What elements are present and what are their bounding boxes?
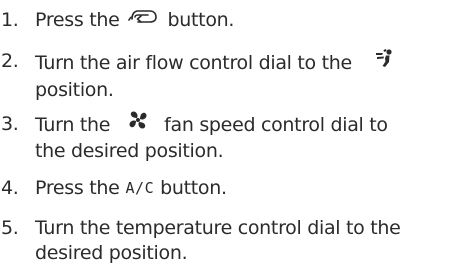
step-text-line2: position. — [35, 79, 114, 101]
step-text-before: Press the — [35, 9, 120, 31]
step-text-line2: the desired position. — [35, 140, 224, 162]
step-text: Turn the air flow control dial to the po… — [35, 49, 472, 103]
step-number: 4. — [1, 177, 19, 199]
step-number: 3. — [1, 113, 19, 135]
step-number: 1. — [1, 9, 19, 31]
step-text: Press the A/C button. — [35, 176, 472, 202]
step-1: 1. Press the button. — [0, 8, 472, 33]
step-text: Turn the fan speed control dial to the de… — [35, 110, 472, 164]
step-text-line2: desired position. — [35, 242, 188, 264]
step-number: 5. — [1, 217, 19, 239]
step-4: 4. Press the A/C button. — [0, 176, 472, 202]
foot-defrost-mode-icon — [374, 47, 396, 76]
step-text-line1: Turn the temperature control dial to the — [35, 217, 401, 239]
step-text: Press the button. — [35, 8, 472, 33]
step-number: 2. — [1, 50, 19, 72]
ac-button-label: A/C — [125, 179, 155, 197]
step-text-after: button. — [167, 9, 235, 31]
recirculation-icon — [127, 6, 160, 31]
step-text-before: Turn the — [35, 114, 111, 136]
step-text-before: Press the — [35, 177, 120, 199]
step-text-line1: Turn the air flow control dial to the — [35, 52, 352, 74]
step-2: 2. Turn the air flow control dial to the… — [0, 49, 472, 103]
fan-icon — [128, 110, 148, 137]
step-text-after: fan speed control dial to — [164, 114, 388, 136]
step-text-after: button. — [160, 177, 227, 199]
step-3: 3. Turn the fan speed control dial to the… — [0, 110, 472, 164]
